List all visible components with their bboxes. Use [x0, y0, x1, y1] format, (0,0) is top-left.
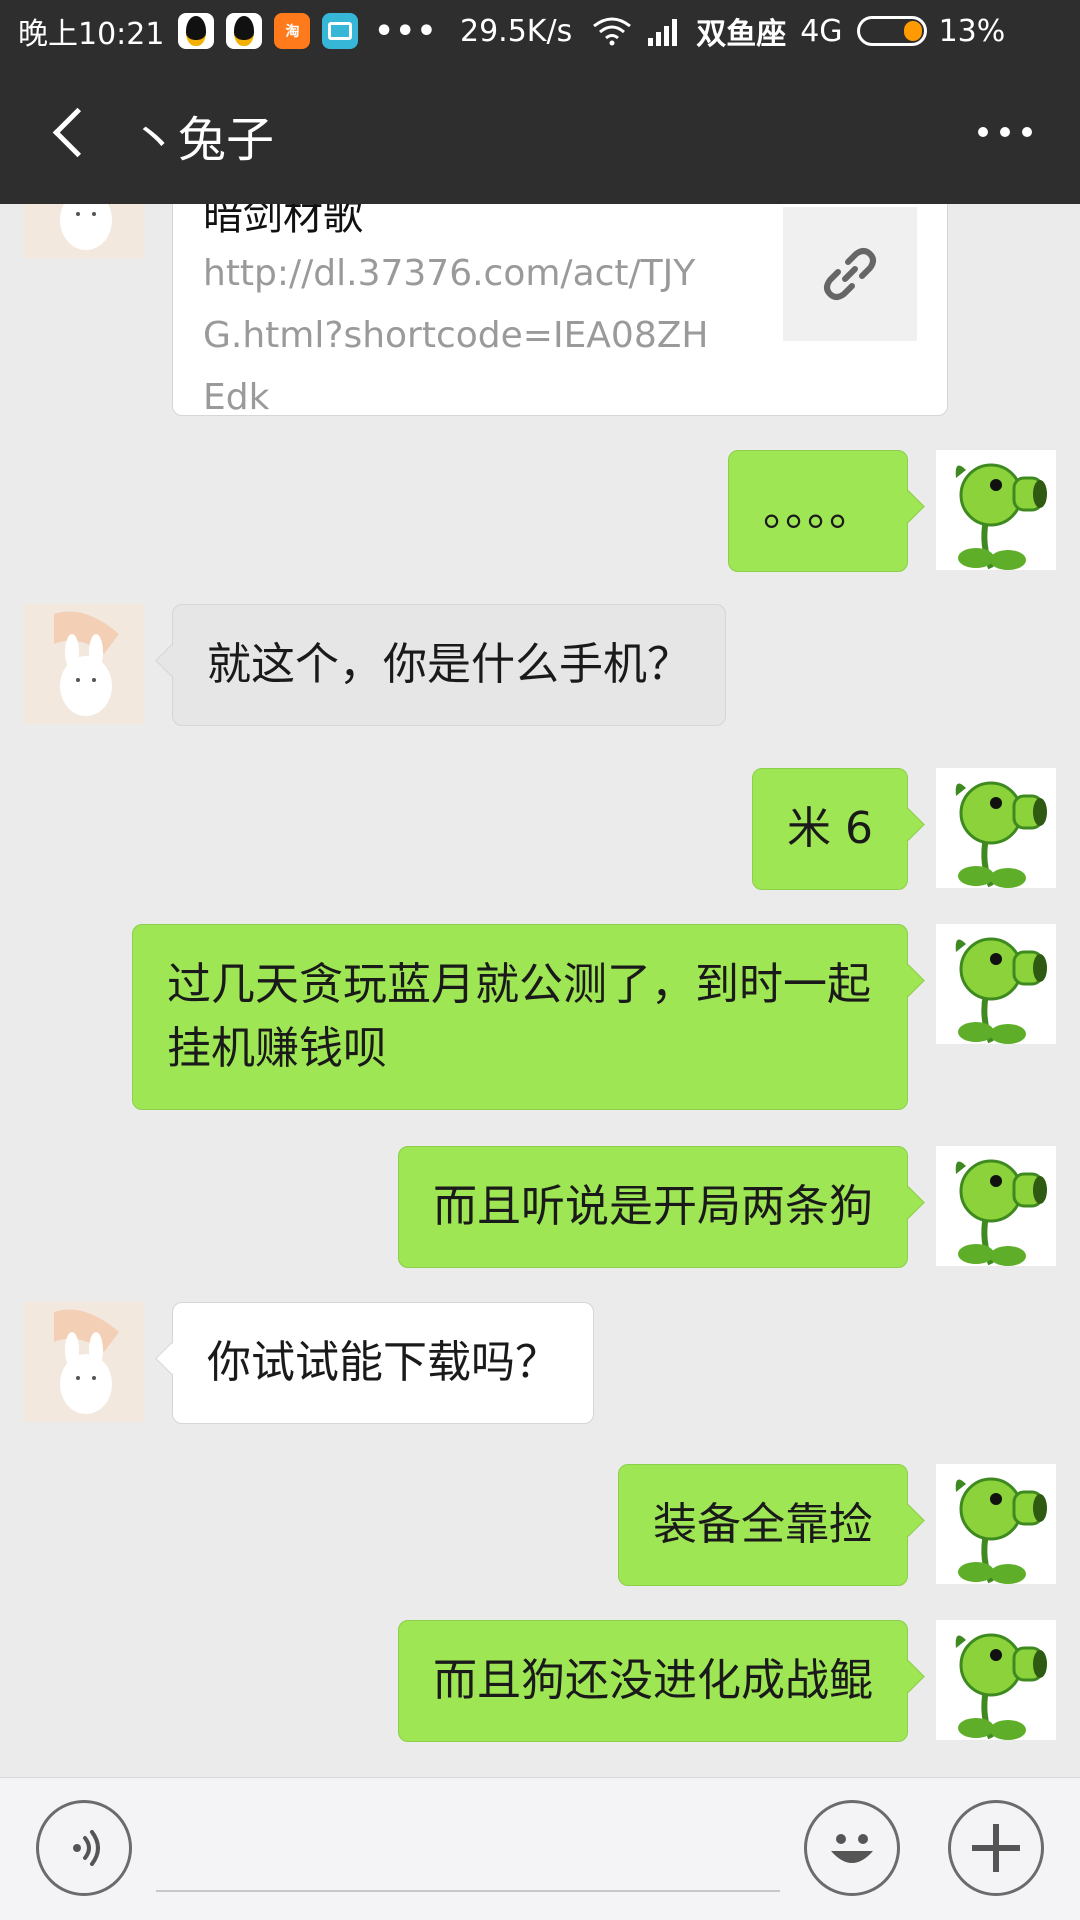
chat-title: 丶兔子 [130, 112, 275, 168]
peashooter-avatar-image [936, 1146, 1056, 1266]
carrier-name: 双鱼座 [696, 17, 787, 52]
battery-percent: 13% [938, 13, 1006, 49]
status-bar: 晚上10:21 淘 ••• 29.5K/s 双鱼座 4G 13% [0, 0, 1080, 62]
avatar-peashooter[interactable] [936, 1146, 1056, 1266]
message-bubble-them[interactable]: 就这个，你是什么手机？ [172, 604, 726, 726]
voice-icon[interactable] [36, 1800, 132, 1896]
message-bubble-me[interactable]: 米 6 [752, 768, 908, 890]
qq-icon [178, 13, 215, 49]
message-input[interactable] [156, 1808, 780, 1892]
link-card[interactable]: 暗剑材歌 http://dl.37376.com/act/TJYG.html?s… [172, 204, 948, 418]
rabbit-avatar-image [24, 604, 144, 724]
peashooter-avatar-image [936, 768, 1056, 888]
input-bar [0, 1777, 1080, 1920]
link-url: http://dl.37376.com/act/TJYG.html?shortc… [203, 253, 709, 418]
avatar-peashooter[interactable] [936, 1620, 1056, 1740]
chat-area[interactable]: 暗剑材歌 http://dl.37376.com/act/TJYG.html?s… [0, 204, 1080, 1777]
back-arrow-icon[interactable] [30, 92, 110, 172]
avatar-rabbit[interactable] [24, 1302, 144, 1422]
message-bubble-me[interactable]: 装备全靠捡 [618, 1464, 908, 1586]
avatar-rabbit[interactable] [24, 204, 144, 258]
network-type: 4G [800, 13, 843, 49]
avatar-rabbit[interactable] [24, 604, 144, 724]
taobao-icon: 淘 [274, 13, 311, 49]
avatar-peashooter[interactable] [936, 924, 1056, 1044]
screenshot-icon [322, 13, 359, 49]
qq-icon [226, 13, 263, 49]
emoji-icon[interactable] [804, 1800, 900, 1896]
peashooter-avatar-image [936, 1464, 1056, 1584]
rabbit-avatar-image [24, 204, 144, 258]
more-dots-icon[interactable] [960, 92, 1050, 172]
status-time: 晚上10:21 [18, 17, 165, 52]
peashooter-avatar-image [936, 924, 1056, 1044]
more-notifications-icon: ••• [374, 13, 438, 49]
avatar-peashooter[interactable] [936, 450, 1056, 570]
rabbit-avatar-image [24, 1302, 144, 1422]
message-bubble-me[interactable]: 。。。。 [728, 450, 908, 572]
signal-icon [648, 19, 678, 46]
peashooter-avatar-image [936, 1620, 1056, 1740]
chat-header: 丶兔子 [0, 62, 1080, 204]
avatar-peashooter[interactable] [936, 768, 1056, 888]
message-bubble-them[interactable]: 你试试能下载吗？ [172, 1302, 594, 1424]
link-title: 暗剑材歌 [203, 204, 363, 239]
link-icon [783, 207, 917, 341]
wifi-icon [593, 17, 632, 46]
battery-icon [856, 16, 927, 46]
message-bubble-me[interactable]: 而且狗还没进化成战鲲 [398, 1620, 908, 1742]
message-bubble-me[interactable]: 而且听说是开局两条狗 [398, 1146, 908, 1268]
avatar-peashooter[interactable] [936, 1464, 1056, 1584]
peashooter-avatar-image [936, 450, 1056, 570]
plus-icon[interactable] [948, 1800, 1044, 1896]
network-speed: 29.5K/s [460, 13, 573, 49]
message-bubble-me[interactable]: 过几天贪玩蓝月就公测了，到时一起挂机赚钱呗 [132, 924, 908, 1110]
